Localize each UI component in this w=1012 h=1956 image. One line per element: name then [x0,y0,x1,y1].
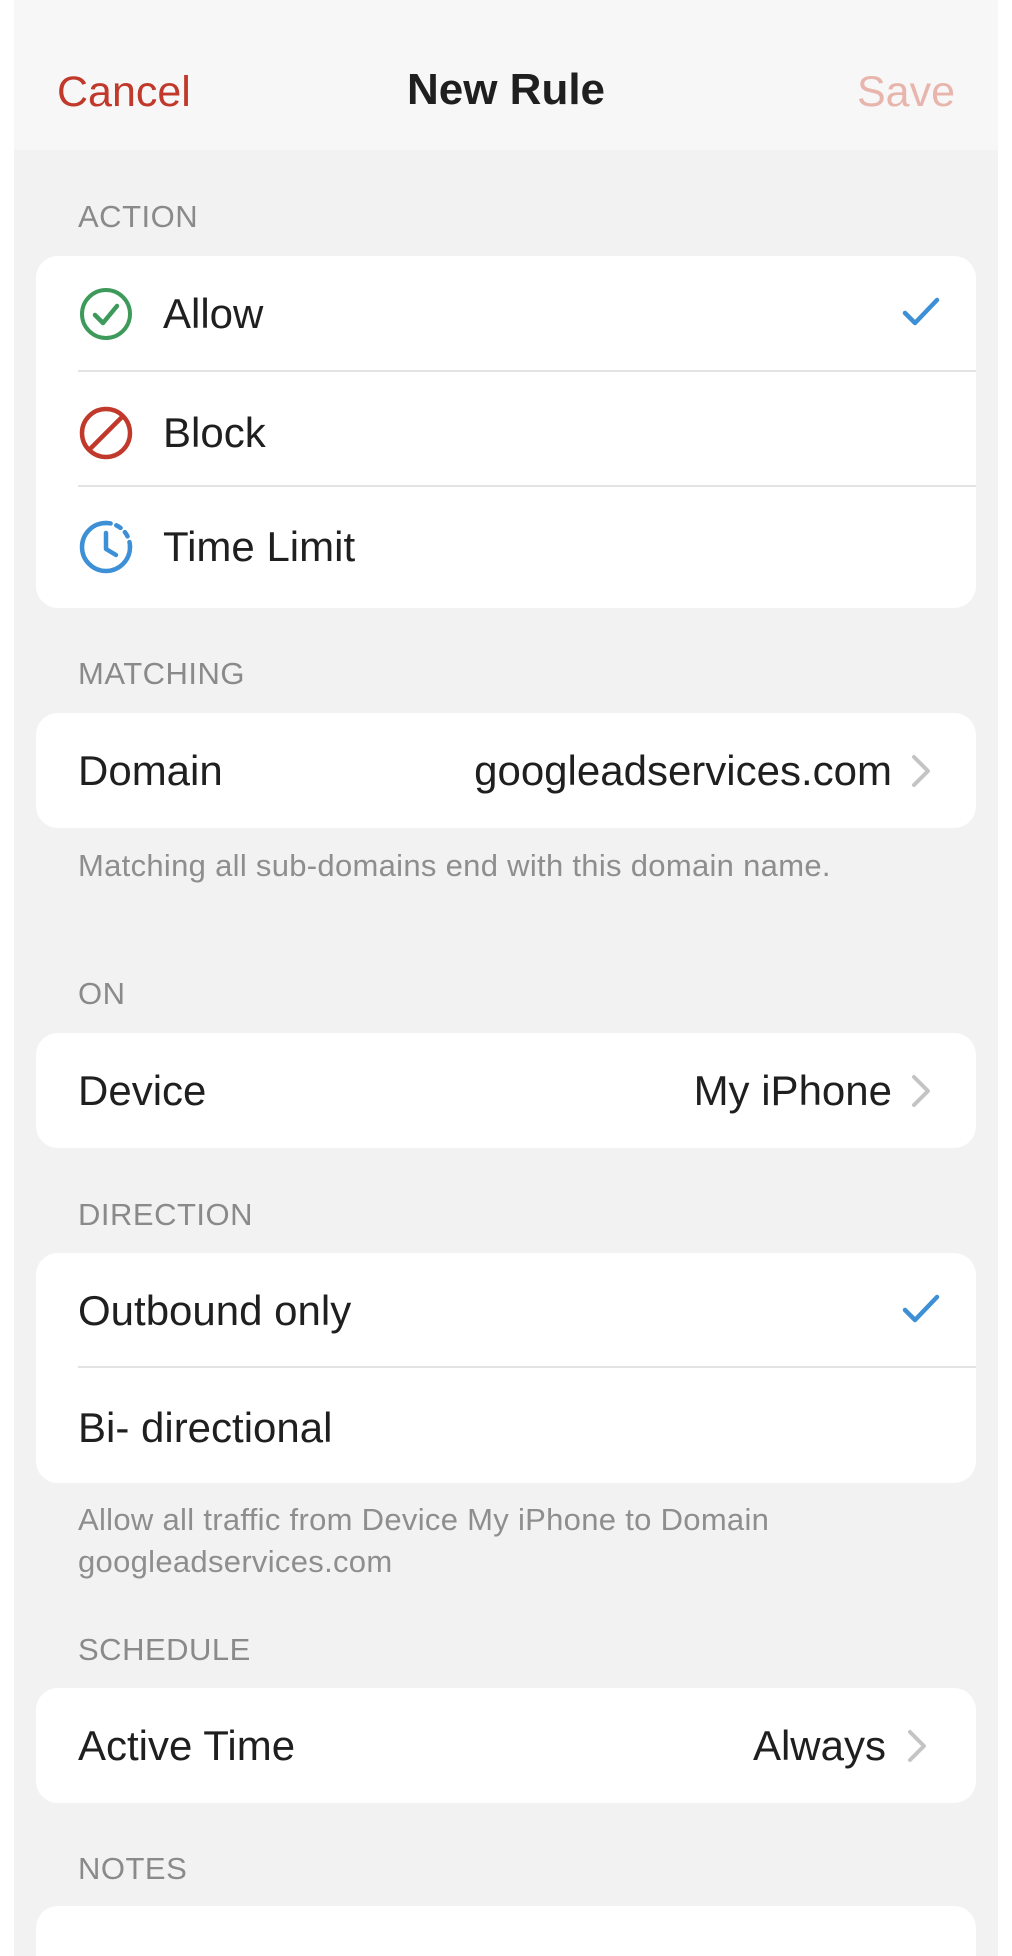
action-option-block[interactable]: Block [36,375,976,490]
divider [78,485,976,487]
direction-option-outbound[interactable]: Outbound only [36,1253,976,1368]
on-section-header: ON [78,976,126,1011]
divider [78,1366,976,1368]
divider [78,370,976,372]
device-row[interactable]: Device My iPhone [36,1033,976,1148]
notes-input[interactable] [36,1906,976,1956]
page-title: New Rule [406,65,606,114]
block-icon [79,406,133,460]
schedule-card: Active Time Always [36,1688,976,1803]
matching-note: Matching all sub-domains end with this d… [78,848,831,883]
chevron-right-icon [912,755,930,787]
nav-bar: Cancel New Rule Save [14,0,998,150]
device-label: Device [78,1067,207,1114]
checkmark-icon [902,1294,940,1323]
domain-row[interactable]: Domain googleadservices.com [36,713,976,828]
action-section-header: ACTION [78,199,199,234]
save-button[interactable]: Save [857,66,955,118]
device-card: Device My iPhone [36,1033,976,1148]
check-circle-icon [80,288,132,340]
checkmark-icon [902,297,940,326]
action-option-label: Block [163,409,266,456]
action-card: Allow Block Time Limit [36,256,976,608]
direction-option-bidirectional[interactable]: Bi- directional [36,1370,976,1483]
direction-section-header: DIRECTION [78,1197,253,1232]
matching-section-header: MATCHING [78,656,246,691]
active-time-value: Always [752,1722,886,1769]
notes-section-header: NOTES [78,1851,188,1886]
action-option-label: Time Limit [163,523,356,570]
direction-option-label: Outbound only [78,1287,352,1334]
chevron-right-icon [908,1730,926,1762]
device-value: My iPhone [693,1067,892,1114]
active-time-label: Active Time [78,1722,296,1769]
schedule-section-header: SCHEDULE [78,1632,251,1667]
chevron-right-icon [912,1075,930,1107]
action-option-label: Allow [163,290,264,337]
direction-option-label: Bi- directional [78,1404,333,1451]
active-time-row[interactable]: Active Time Always [36,1688,976,1803]
action-option-allow[interactable]: Allow [36,256,976,371]
action-option-time-limit[interactable]: Time Limit [36,489,976,604]
domain-value: googleadservices.com [474,747,892,794]
time-limit-icon [79,520,133,574]
screen: Cancel New Rule Save ACTION Allow Block [14,0,998,1956]
matching-card: Domain googleadservices.com [36,713,976,828]
domain-label: Domain [78,747,223,794]
direction-note: Allow all traffic from Device My iPhone … [78,1502,770,1579]
direction-card: Outbound only Bi- directional [36,1253,976,1483]
